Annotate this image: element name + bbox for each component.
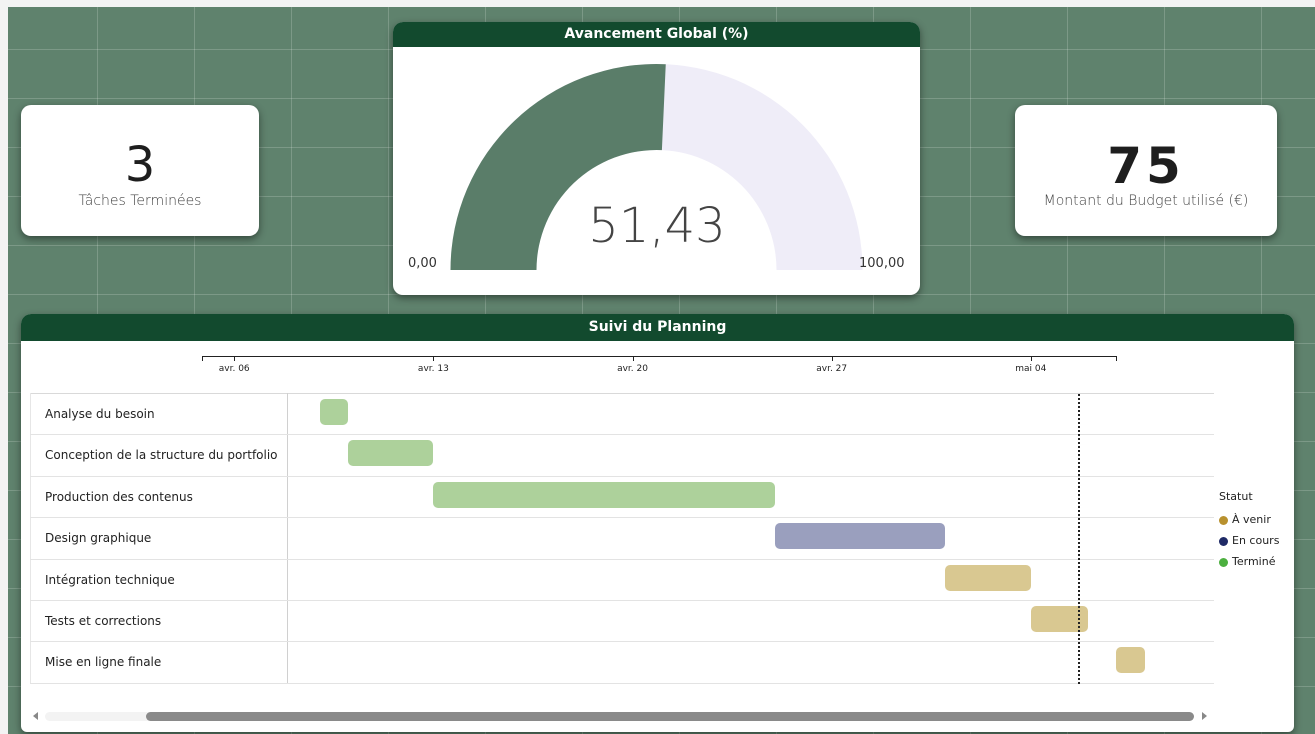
timeline-axis-cap-right [1116,356,1117,361]
gauge-chart [450,64,863,271]
task-label: Mise en ligne finale [45,655,162,670]
task-row-divider [30,517,1214,519]
gauge-value: 51,43 [588,198,726,254]
timeline-tick-label: avr. 27 [816,364,848,374]
today-marker [1078,394,1080,684]
kpi-tasks-done-label: Tâches Terminées [78,193,202,209]
legend-item-termine[interactable]: Terminé [1219,555,1275,568]
task-bar[interactable] [348,440,434,467]
timeline-tick [433,356,435,361]
task-row-divider [30,682,1214,684]
timeline-tick-label: avr. 20 [617,364,648,374]
task-table-top-border [30,393,1214,394]
gauge-max-label: 100,00 [859,256,905,271]
legend-dot-a-venir [1219,515,1228,525]
task-bar[interactable] [1116,647,1145,674]
timeline-tick [234,356,236,361]
timeline-tick [831,356,833,361]
task-table-left-border [30,393,31,683]
planning-card[interactable]: Suivi du Planning avr. 06 avr. 13 avr. 20 a… [21,314,1294,732]
timeline-tick-label: mai 04 [1015,364,1047,374]
task-row-divider [30,558,1214,560]
legend-item-en-cours[interactable]: En cours [1219,534,1279,547]
gauge-title: Avancement Global (%) [393,22,920,47]
scrollbar-thumb[interactable] [146,712,1194,721]
timeline-tick [1030,356,1032,361]
kpi-card-budget-used[interactable]: 75 Montant du Budget utilisé (€) [1015,105,1277,236]
timeline-tick-label: avr. 06 [218,364,250,374]
task-bar[interactable] [774,523,946,550]
task-row-divider [30,641,1214,643]
scroll-left-arrow[interactable] [33,712,38,720]
gauge-min-label: 0,00 [408,256,437,271]
kpi-budget-label: Montant du Budget utilisé (€) [1043,193,1249,209]
task-label: Production des contenus [45,489,193,504]
timeline-tick [632,356,634,361]
legend-item-a-venir[interactable]: À venir [1219,513,1271,526]
gauge-card[interactable]: Avancement Global (%) 51,43 0,00 100,00 [393,22,920,295]
scroll-right-arrow[interactable] [1202,712,1207,720]
timeline-tick-label: avr. 13 [417,364,449,374]
task-label-divider [287,393,288,683]
task-label: Design graphique [45,531,152,546]
legend-title: Statut [1219,490,1253,503]
legend-dot-en-cours [1219,536,1228,546]
task-label: Analyse du besoin [45,407,155,421]
task-row-divider [30,475,1214,477]
left-strip [0,0,8,734]
task-row-divider [30,434,1214,436]
kpi-tasks-done-value: 3 [124,137,156,193]
gantt-chart: avr. 06 avr. 13 avr. 20 avr. 27 mai 04 Analy… [21,314,1294,732]
legend-dot-termine [1219,557,1228,567]
task-label: Tests et corrections [45,614,162,628]
task-bar[interactable] [433,481,775,508]
task-label: Conception de la structure du portfolio [45,448,278,463]
kpi-card-tasks-done[interactable]: 3 Tâches Terminées [21,105,259,236]
timeline-axis-line [202,356,1117,357]
top-strip [0,0,1315,7]
task-bar[interactable] [319,399,348,425]
task-label: Intégration technique [45,572,175,587]
kpi-budget-value: 75 [1107,137,1185,195]
timeline-axis-cap-left [202,356,203,361]
task-bar[interactable] [945,564,1031,591]
task-row-divider [30,600,1214,601]
